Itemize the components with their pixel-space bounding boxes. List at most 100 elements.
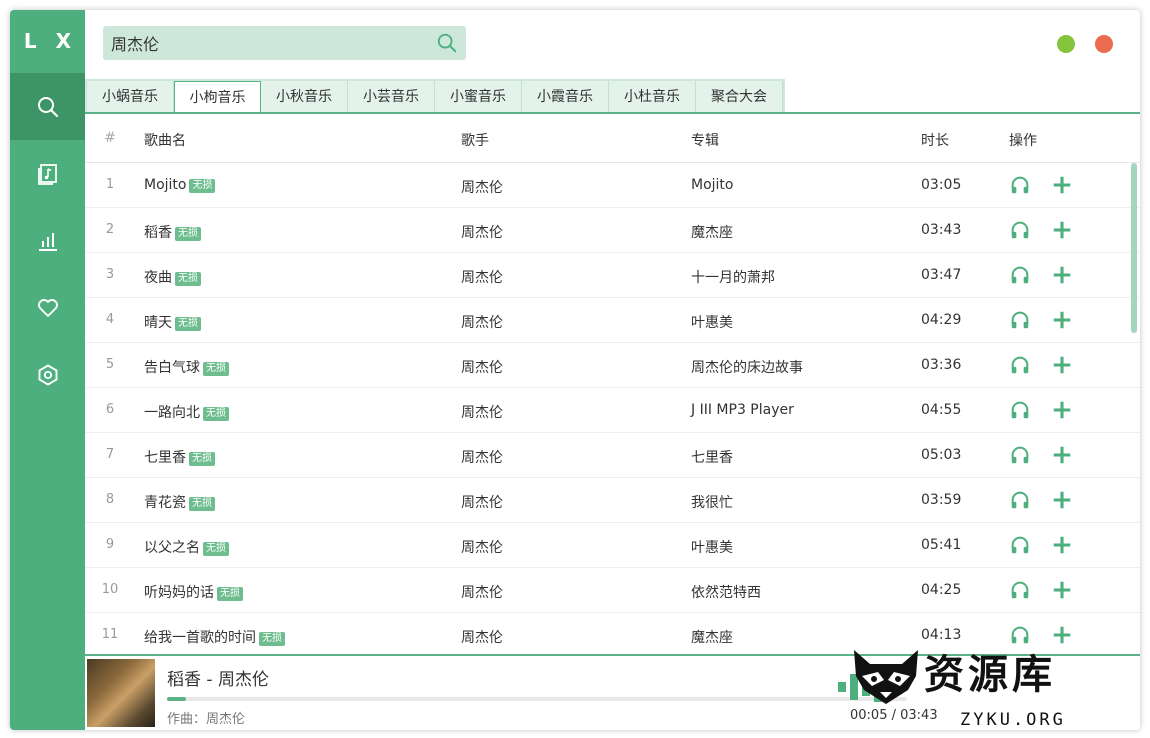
headphones-icon[interactable] [1009,219,1031,241]
headphones-icon[interactable] [1009,399,1031,421]
search-input[interactable] [103,33,423,53]
now-playing-title: 稻香 - 周杰伦 [167,670,269,690]
row-album: Mojito [691,177,734,193]
table-row[interactable]: 1 Mojito 无损 周杰伦 Mojito 03:05 [85,163,1140,208]
nav-leaderboard[interactable] [10,207,85,274]
source-tabs: 小蜗音乐 小枸音乐 小秋音乐 小芸音乐 小蜜音乐 小霞音乐 小杜音乐 聚合大会 [85,79,785,113]
tab-source-1[interactable]: 小蜗音乐 [87,81,174,113]
row-artist: 周杰伦 [461,540,503,556]
add-icon[interactable] [1051,579,1073,601]
minimize-button[interactable] [1057,35,1075,53]
song-name-text: 稻香 [144,225,172,241]
tab-source-3[interactable]: 小秋音乐 [261,81,348,113]
watermark: 资源库 ZYKU.ORG [838,640,1138,736]
table-row[interactable]: 6 一路向北 无损 周杰伦 J III MP3 Player 04:55 [85,388,1140,433]
settings-icon [38,364,57,385]
search-box[interactable] [103,26,466,60]
row-artist: 周杰伦 [461,495,503,511]
headphones-icon[interactable] [1009,534,1031,556]
tab-source-2[interactable]: 小枸音乐 [174,81,261,113]
close-button[interactable] [1095,35,1113,53]
row-ops [1009,444,1073,466]
table-row[interactable]: 4 晴天 无损 周杰伦 叶惠美 04:29 [85,298,1140,343]
tab-source-7[interactable]: 小杜音乐 [609,81,696,113]
row-duration: 05:41 [921,537,962,553]
tab-source-aggregate[interactable]: 聚合大会 [696,81,783,113]
row-num: 6 [105,402,115,417]
song-name-text: Mojito [144,177,187,193]
headphones-icon[interactable] [1009,309,1031,331]
table-row[interactable]: 2 稻香 无损 周杰伦 魔杰座 03:43 [85,208,1140,253]
row-album: 魔杰座 [691,630,733,646]
headphones-icon[interactable] [1009,444,1031,466]
nav-song-list[interactable] [10,140,85,207]
row-album: 叶惠美 [691,540,733,556]
add-icon[interactable] [1051,309,1073,331]
add-icon[interactable] [1051,444,1073,466]
row-num: 10 [101,582,119,597]
nav-settings[interactable] [10,341,85,408]
row-ops [1009,534,1073,556]
progress-fill [167,697,186,701]
nav-favorites[interactable] [10,274,85,341]
headphones-icon[interactable] [1009,174,1031,196]
scrollbar[interactable] [1131,163,1137,333]
album-cover[interactable] [87,659,155,727]
add-icon[interactable] [1051,399,1073,421]
add-icon[interactable] [1051,354,1073,376]
table-row[interactable]: 5 告白气球 无损 周杰伦 周杰伦的床边故事 03:36 [85,343,1140,388]
table-row[interactable]: 9 以父之名 无损 周杰伦 叶惠美 05:41 [85,523,1140,568]
row-num: 1 [105,177,115,192]
row-song-name: 以父之名 无损 [144,537,229,557]
tab-source-4[interactable]: 小芸音乐 [348,81,435,113]
add-icon[interactable] [1051,534,1073,556]
nav-search[interactable] [10,73,85,140]
song-name-text: 晴天 [144,315,172,331]
search-button[interactable] [436,32,458,58]
song-name-text: 七里香 [144,450,186,466]
table-row[interactable]: 10 听妈妈的话 无损 周杰伦 依然范特西 04:25 [85,568,1140,613]
row-duration: 04:25 [921,582,962,598]
row-num: 7 [105,447,115,462]
search-icon [437,33,457,53]
row-ops [1009,264,1073,286]
header-ops: 操作 [1009,133,1037,149]
row-song-name: 七里香 无损 [144,447,215,467]
row-artist: 周杰伦 [461,360,503,376]
headphones-icon[interactable] [1009,489,1031,511]
row-album: 我很忙 [691,495,733,511]
row-num: 5 [105,357,115,372]
lossless-badge: 无损 [217,587,243,601]
add-icon[interactable] [1051,174,1073,196]
row-num: 3 [105,267,115,282]
table-row[interactable]: 8 青花瓷 无损 周杰伦 我很忙 03:59 [85,478,1140,523]
song-name-text: 给我一首歌的时间 [144,630,256,646]
song-name-text: 一路向北 [144,405,200,421]
tab-source-6[interactable]: 小霞音乐 [522,81,609,113]
table-row[interactable]: 3 夜曲 无损 周杰伦 十一月的萧邦 03:47 [85,253,1140,298]
headphones-icon[interactable] [1009,579,1031,601]
tab-source-5[interactable]: 小蜜音乐 [435,81,522,113]
progress-bar[interactable] [167,697,907,701]
row-song-name: 给我一首歌的时间 无损 [144,627,285,647]
table-row[interactable]: 7 七里香 无损 周杰伦 七里香 05:03 [85,433,1140,478]
song-name-text: 听妈妈的话 [144,585,214,601]
headphones-icon[interactable] [1009,354,1031,376]
row-song-name: 一路向北 无损 [144,402,229,422]
sidebar: L X [10,10,85,730]
lossless-badge: 无损 [175,272,201,286]
add-icon[interactable] [1051,264,1073,286]
chart-bars-icon [38,232,57,251]
row-album: 魔杰座 [691,225,733,241]
row-ops [1009,579,1073,601]
row-duration: 04:29 [921,312,962,328]
lossless-badge: 无损 [189,452,215,466]
lossless-badge: 无损 [189,179,216,193]
add-icon[interactable] [1051,219,1073,241]
headphones-icon[interactable] [1009,264,1031,286]
lossless-badge: 无损 [175,317,201,331]
row-artist: 周杰伦 [461,225,503,241]
row-artist: 周杰伦 [461,315,503,331]
row-artist: 周杰伦 [461,180,503,196]
add-icon[interactable] [1051,489,1073,511]
